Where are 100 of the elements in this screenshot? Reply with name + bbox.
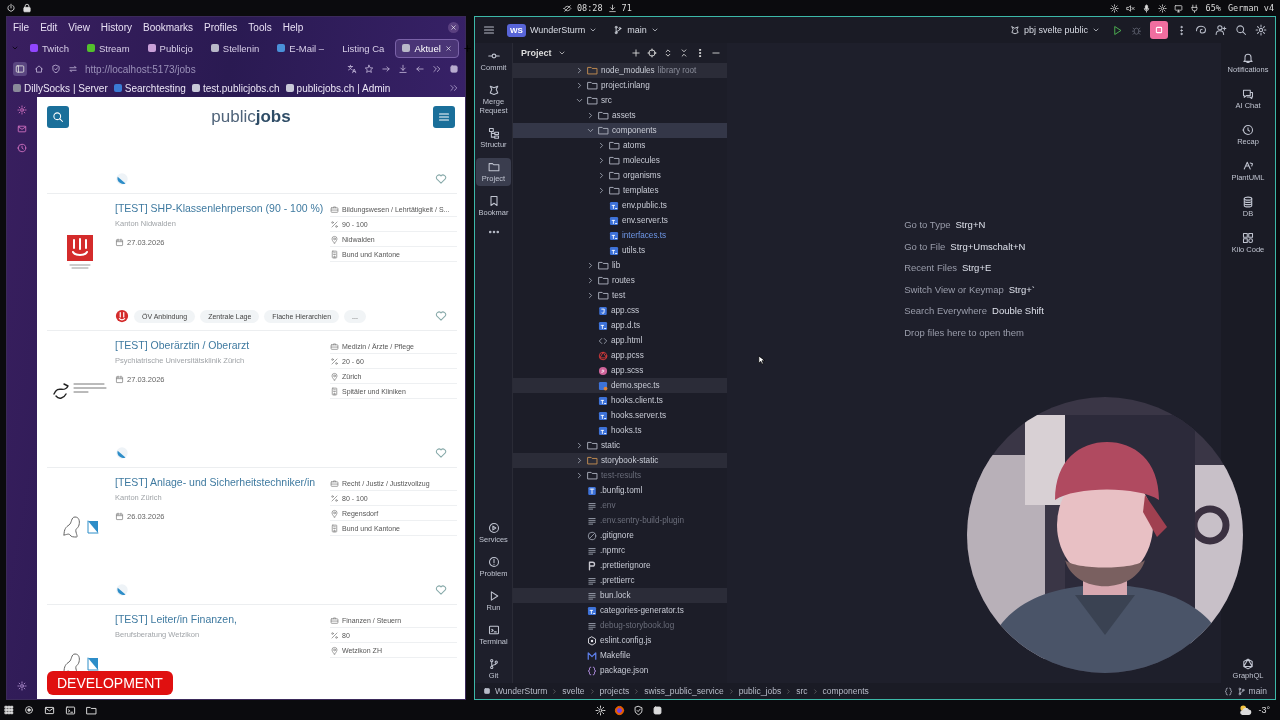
tree-row[interactable]: project.inlang <box>513 78 727 93</box>
settings-icon[interactable] <box>1255 24 1267 36</box>
tree-row[interactable]: bun.lock <box>513 588 727 603</box>
browser-tab[interactable]: Stellenin <box>203 38 267 58</box>
star-icon[interactable] <box>364 64 374 74</box>
tree-row[interactable]: eslint.config.js <box>513 633 727 648</box>
panel-title[interactable]: Project <box>521 48 552 58</box>
terminal-icon[interactable] <box>65 704 76 716</box>
forward-icon[interactable] <box>381 64 391 74</box>
chevron-down-icon[interactable] <box>586 126 595 135</box>
circle-icon[interactable] <box>24 705 34 715</box>
debug-icon[interactable] <box>1131 24 1142 36</box>
tree-row[interactable]: static <box>513 438 727 453</box>
tree-row[interactable]: app.pcss <box>513 348 727 363</box>
chevron-down-icon[interactable] <box>575 96 584 105</box>
breadcrumb-item[interactable]: src <box>796 686 808 696</box>
bookmark[interactable]: Searchtesting <box>113 82 186 94</box>
tree-row[interactable]: .prettierrc <box>513 573 727 588</box>
spiral-icon[interactable] <box>1195 24 1207 36</box>
breadcrumb-item[interactable]: swiss_public_service <box>644 686 724 696</box>
close-icon[interactable] <box>450 23 457 31</box>
tree-row[interactable]: .bunfig.toml <box>513 483 727 498</box>
close-icon[interactable] <box>444 44 452 52</box>
tree-row[interactable]: organisms <box>513 168 727 183</box>
tree-row[interactable]: src <box>513 93 727 108</box>
app-grid-icon[interactable] <box>4 705 14 715</box>
keyboard-layout[interactable]: German v4 <box>1227 3 1274 13</box>
branch-selector[interactable]: main <box>609 23 663 37</box>
menu-item[interactable]: Edit <box>40 21 58 33</box>
tree-row[interactable]: hooks.server.ts <box>513 408 727 423</box>
back-icon[interactable] <box>415 64 425 74</box>
caret-icon[interactable] <box>557 49 566 57</box>
expand-all-icon[interactable] <box>663 48 673 58</box>
translate-icon[interactable] <box>347 64 357 74</box>
tree-row[interactable]: app.html <box>513 333 727 348</box>
square-icon[interactable] <box>652 704 663 716</box>
clock-icon[interactable] <box>17 143 27 153</box>
locate-icon[interactable] <box>647 48 657 58</box>
mail-icon[interactable] <box>44 704 55 716</box>
plus-icon[interactable] <box>631 48 641 58</box>
braces-icon[interactable] <box>1223 686 1233 696</box>
project-selector[interactable]: WS WunderSturm <box>503 21 602 39</box>
menu-item[interactable]: Bookmarks <box>143 21 193 33</box>
tree-row[interactable]: lib <box>513 258 727 273</box>
home-icon[interactable] <box>34 64 44 74</box>
job-title[interactable]: [TEST] Leiter/in Finanzen, <box>115 613 325 626</box>
bookmark[interactable]: test.publicjobs.ch <box>191 82 280 94</box>
menu-item[interactable]: Profiles <box>204 21 238 33</box>
job-title[interactable]: [TEST] Anlage- und Sicherheitstechniker/in <box>115 476 325 489</box>
breadcrumb-item[interactable]: svelte <box>562 686 585 696</box>
browser-tab[interactable]: Publicjo <box>140 38 200 58</box>
run-configuration-selector[interactable]: pbj svelte public <box>1005 23 1104 37</box>
double-chevron-icon[interactable] <box>449 83 459 93</box>
tree-row[interactable]: .gitignore <box>513 528 727 543</box>
menu-item[interactable]: View <box>68 21 90 33</box>
menu-button[interactable] <box>433 106 455 128</box>
browser-tab[interactable]: Stream <box>79 38 137 58</box>
browser-tab[interactable]: Aktuel <box>395 38 459 58</box>
tree-row[interactable]: .npmrc <box>513 543 727 558</box>
menu-item[interactable]: File <box>13 21 30 33</box>
tree-row[interactable]: categories-generator.ts <box>513 603 727 618</box>
breadcrumb-item[interactable]: projects <box>599 686 630 696</box>
shield-icon[interactable] <box>51 64 61 74</box>
menu-item[interactable]: Help <box>282 21 304 33</box>
run-icon[interactable] <box>1112 24 1123 36</box>
tree-row[interactable]: components <box>513 123 727 138</box>
shield-icon[interactable] <box>633 704 644 716</box>
inbox-icon[interactable] <box>17 124 27 134</box>
address-field[interactable]: http://localhost:5173/jobs <box>85 63 340 75</box>
tree-row[interactable]: .prettierignore <box>513 558 727 573</box>
download-icon[interactable] <box>398 64 408 74</box>
search-button[interactable] <box>47 106 69 128</box>
tree-row[interactable]: assets <box>513 108 727 123</box>
tree-row[interactable]: demo.spec.ts <box>513 378 727 393</box>
browser-tab[interactable]: E-Mail – <box>270 38 332 58</box>
menu-item[interactable]: History <box>100 21 132 33</box>
bookmark[interactable]: DillySocks | Server <box>13 82 108 94</box>
tree-row[interactable]: hooks.client.ts <box>513 393 727 408</box>
collapse-all-icon[interactable] <box>679 48 689 58</box>
tree-row[interactable]: app.scss <box>513 363 727 378</box>
stop-button[interactable] <box>1150 21 1168 39</box>
tree-row[interactable]: routes <box>513 273 727 288</box>
tree-row[interactable]: package.json <box>513 663 727 678</box>
tree-row[interactable]: test <box>513 288 727 303</box>
bookmark[interactable]: publicjobs.ch | Admin <box>285 82 391 94</box>
folder-icon[interactable] <box>86 704 97 716</box>
tree-row[interactable]: env.public.ts <box>513 198 727 213</box>
tree-row[interactable]: templates <box>513 183 727 198</box>
double-chevron-icon[interactable] <box>432 64 442 74</box>
swap-icon[interactable] <box>68 64 78 74</box>
add-user-icon[interactable] <box>1215 24 1227 36</box>
search-icon[interactable] <box>1235 24 1247 36</box>
breadcrumb-item[interactable]: public_jobs <box>738 686 782 696</box>
settings-icon[interactable] <box>17 681 27 691</box>
chevron-right-icon[interactable] <box>586 111 595 120</box>
tree-row[interactable]: interfaces.ts <box>513 228 727 243</box>
browser-tab[interactable]: Listing Ca <box>335 38 392 58</box>
breadcrumb-item[interactable]: WunderSturm <box>495 686 548 696</box>
breadcrumb-item[interactable]: components <box>822 686 869 696</box>
menu-icon[interactable] <box>483 24 495 36</box>
